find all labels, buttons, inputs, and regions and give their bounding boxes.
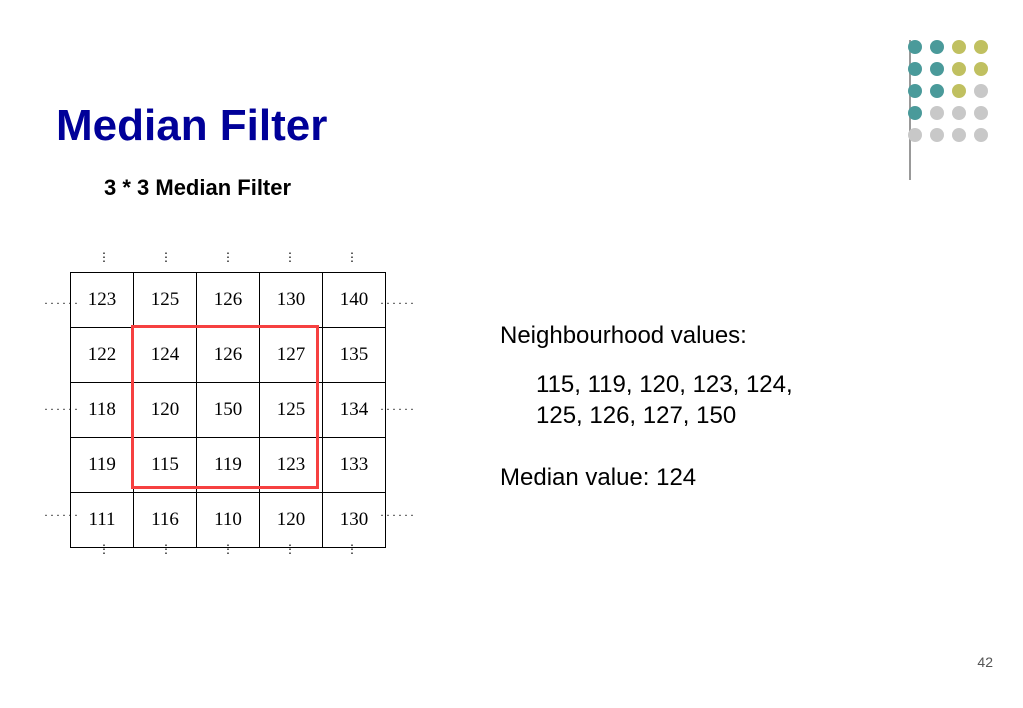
pixel-cell: 123 xyxy=(260,438,323,493)
dot-icon xyxy=(930,40,944,54)
dot-icon xyxy=(908,40,922,54)
slide-subtitle: 3 * 3 Median Filter xyxy=(104,175,291,201)
ellipsis-icon: ······ xyxy=(44,296,80,311)
pixel-cell: 115 xyxy=(134,438,197,493)
ellipsis-icon: ⋮ xyxy=(98,542,112,557)
pixel-cell: 126 xyxy=(197,328,260,383)
pixel-cell: 120 xyxy=(260,493,323,548)
dot-icon xyxy=(952,84,966,98)
ellipsis-icon: ⋮ xyxy=(160,250,174,265)
median-label: Median value: xyxy=(500,464,649,491)
pixel-cell: 125 xyxy=(260,383,323,438)
ellipsis-icon: ······ xyxy=(380,508,416,523)
dot-icon xyxy=(930,106,944,120)
dot-icon xyxy=(908,84,922,98)
dot-icon xyxy=(908,62,922,76)
dot-icon xyxy=(974,62,988,76)
dot-icon xyxy=(974,40,988,54)
ellipsis-icon: ······ xyxy=(44,402,80,417)
ellipsis-icon: ⋮ xyxy=(284,250,298,265)
pixel-cell: 119 xyxy=(197,438,260,493)
page-title: Median Filter xyxy=(56,101,327,151)
pixel-cell: 126 xyxy=(197,273,260,328)
explanation-block: Neighbourhood values: 115, 119, 120, 123… xyxy=(500,320,793,493)
dot-icon xyxy=(908,128,922,142)
ellipsis-icon: ⋮ xyxy=(284,542,298,557)
ellipsis-icon: ······ xyxy=(380,402,416,417)
pixel-cell: 135 xyxy=(323,328,386,383)
pixel-cell: 116 xyxy=(134,493,197,548)
ellipsis-icon: ······ xyxy=(44,508,80,523)
ellipsis-icon: ⋮ xyxy=(346,542,360,557)
neighbourhood-values-line: 115, 119, 120, 123, 124, xyxy=(536,369,793,400)
dot-icon xyxy=(974,128,988,142)
pixel-cell: 133 xyxy=(323,438,386,493)
dot-icon xyxy=(930,62,944,76)
pixel-cell: 130 xyxy=(260,273,323,328)
pixel-cell: 140 xyxy=(323,273,386,328)
dot-icon xyxy=(952,40,966,54)
pixel-cell: 125 xyxy=(134,273,197,328)
ellipsis-icon: ······ xyxy=(380,296,416,311)
dot-icon xyxy=(930,84,944,98)
pixel-cell: 134 xyxy=(323,383,386,438)
dot-icon xyxy=(952,128,966,142)
decor-dot-grid xyxy=(908,40,988,142)
pixel-cell: 122 xyxy=(71,328,134,383)
ellipsis-icon: ⋮ xyxy=(222,250,236,265)
ellipsis-icon: ⋮ xyxy=(98,250,112,265)
dot-icon xyxy=(974,106,988,120)
pixel-cell: 119 xyxy=(71,438,134,493)
ellipsis-icon: ⋮ xyxy=(222,542,236,557)
dot-icon xyxy=(952,62,966,76)
neighbourhood-label: Neighbourhood values: xyxy=(500,320,793,351)
page-number: 42 xyxy=(977,654,993,670)
pixel-grid: 1231251261301401221241261271351181201501… xyxy=(70,272,386,548)
median-value: 124 xyxy=(656,464,696,491)
dot-icon xyxy=(930,128,944,142)
pixel-cell: 127 xyxy=(260,328,323,383)
pixel-cell: 120 xyxy=(134,383,197,438)
pixel-cell: 110 xyxy=(197,493,260,548)
pixel-cell: 130 xyxy=(323,493,386,548)
pixel-cell: 150 xyxy=(197,383,260,438)
ellipsis-icon: ⋮ xyxy=(160,542,174,557)
median-line: Median value: 124 xyxy=(500,462,793,493)
dot-icon xyxy=(908,106,922,120)
dot-icon xyxy=(974,84,988,98)
pixel-cell: 124 xyxy=(134,328,197,383)
pixel-grid-wrapper: 1231251261301401221241261271351181201501… xyxy=(70,272,400,548)
neighbourhood-values-line: 125, 126, 127, 150 xyxy=(536,400,793,431)
dot-icon xyxy=(952,106,966,120)
ellipsis-icon: ⋮ xyxy=(346,250,360,265)
